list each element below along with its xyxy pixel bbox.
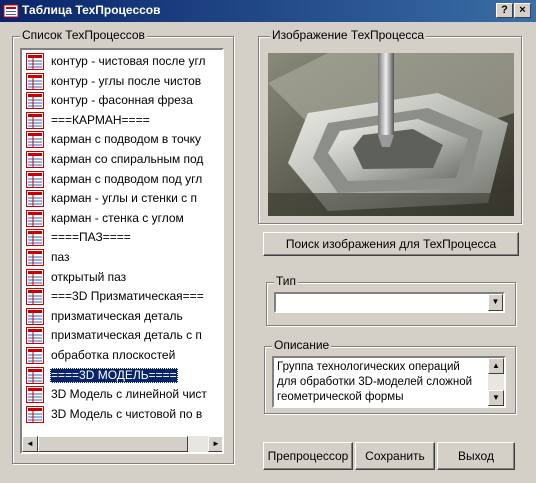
table-doc-icon: [26, 209, 44, 227]
list-item[interactable]: карман - стенка с углом: [24, 209, 208, 228]
type-select[interactable]: ▼: [274, 292, 505, 313]
chevron-down-icon[interactable]: ▼: [488, 294, 503, 311]
techprocess-image: [268, 53, 514, 216]
window-title: Таблица ТехПроцессов: [22, 3, 161, 17]
scroll-left-button[interactable]: ◄: [22, 436, 38, 452]
list-item-label: ====ПАЗ====: [51, 230, 131, 245]
list-item[interactable]: обработка плоскостей: [24, 346, 208, 365]
description-line: для обработки 3D-моделей сложной: [277, 376, 473, 388]
list-item[interactable]: контур - углы после чистов: [24, 72, 208, 91]
description-text: Группа технологических операций для обра…: [277, 360, 483, 405]
list-item[interactable]: контур - чистовая после угл: [24, 52, 208, 71]
list-item-label: карман - углы и стенки с п: [51, 191, 197, 206]
table-doc-icon: [26, 72, 44, 90]
list-item[interactable]: ===3D Призматическая===: [24, 287, 208, 306]
list-item-label: контур - фасонная фреза: [51, 93, 193, 108]
list-item-label: карман со спиральным под: [51, 152, 204, 166]
horizontal-scrollbar[interactable]: ◄ ►: [22, 436, 222, 452]
save-button[interactable]: Сохранить: [355, 442, 435, 470]
table-doc-icon: [26, 405, 44, 423]
table-doc-icon: [26, 53, 44, 70]
table-doc-icon: [26, 307, 44, 325]
list-item-label: карман с подводом под угл: [51, 171, 203, 186]
table-doc-icon: [26, 131, 44, 149]
table-doc-icon: [26, 229, 44, 247]
list-item-label: 3D Модель с чистовой по в: [51, 406, 203, 421]
list-item[interactable]: призматическая деталь с п: [24, 326, 208, 345]
description-line: геометрической формы: [277, 391, 404, 403]
exit-button[interactable]: Выход: [437, 442, 515, 470]
list-item[interactable]: карман с подводом под угл: [24, 170, 208, 189]
list-item-label: призматическая деталь: [51, 308, 183, 323]
list-item-label: ===3D Призматическая===: [51, 289, 204, 304]
table-doc-icon: [26, 190, 44, 208]
list-item[interactable]: контур - фасонная фреза: [24, 91, 208, 110]
table-doc-icon: [26, 92, 44, 110]
description-group-label: Описание: [272, 338, 332, 352]
list-item-label: призматическая деталь с п: [51, 328, 202, 343]
list-item[interactable]: призматическая деталь: [24, 307, 208, 326]
title-bar: Таблица ТехПроцессов ? ×: [0, 0, 536, 22]
list-item[interactable]: ====3D МОДЕЛЬ====: [24, 366, 208, 385]
techprocess-list[interactable]: контур - чистовая после угл контур - углы…: [20, 48, 224, 454]
preprocessor-button[interactable]: Препроцессор: [263, 442, 353, 470]
help-button[interactable]: ?: [496, 3, 513, 18]
table-doc-icon: [26, 151, 44, 168]
app-icon: [3, 4, 19, 18]
scroll-right-button[interactable]: ►: [208, 436, 222, 452]
list-item[interactable]: ====ПАЗ====: [24, 228, 208, 247]
list-item-label: карман с подводом в точку: [51, 132, 202, 147]
list-item-label: ===КАРМАН====: [51, 112, 150, 127]
image-group-label: Изображение ТехПроцесса: [270, 28, 427, 42]
table-doc-icon: [26, 249, 44, 266]
table-doc-icon: [26, 111, 44, 129]
scroll-up-button[interactable]: ▲: [488, 358, 504, 374]
list-group-label: Список ТехПроцессов: [20, 28, 147, 42]
list-item[interactable]: паз: [24, 248, 208, 267]
list-item[interactable]: карман со спиральным под: [24, 150, 208, 169]
list-item[interactable]: карман с подводом в точку: [24, 130, 208, 149]
table-doc-icon: [26, 347, 44, 364]
description-line: Группа технологических операций: [277, 361, 460, 373]
table-doc-icon: [26, 327, 44, 345]
table-doc-icon: [26, 268, 44, 286]
list-item-label: открытый паз: [51, 269, 127, 284]
hscroll-thumb[interactable]: [38, 436, 188, 452]
list-item[interactable]: ===КАРМАН====: [24, 111, 208, 130]
list-item-label: ====3D МОДЕЛЬ====: [50, 367, 178, 383]
list-item[interactable]: карман - углы и стенки с п: [24, 189, 208, 208]
scroll-down-button[interactable]: ▼: [488, 390, 504, 406]
list-item-label: карман - стенка с углом: [51, 210, 184, 225]
table-doc-icon: [26, 288, 44, 306]
table-doc-icon: [26, 366, 44, 384]
search-image-button[interactable]: Поиск изображения для ТехПроцесса: [263, 232, 519, 256]
list-item-label: обработка плоскостей: [51, 348, 176, 362]
list-item-label: паз: [51, 250, 70, 264]
table-doc-icon: [26, 170, 44, 188]
list-item-label: контур - углы после чистов: [51, 73, 202, 88]
description-field[interactable]: Группа технологических операций для обра…: [272, 356, 506, 408]
table-doc-icon: [26, 386, 44, 404]
close-button[interactable]: ×: [514, 3, 531, 18]
list-item[interactable]: 3D Модель с линейной чист: [24, 385, 208, 404]
list-item-label: 3D Модель с линейной чист: [51, 387, 207, 402]
list-item[interactable]: открытый паз: [24, 268, 208, 287]
description-scrollbar[interactable]: ▲ ▼: [488, 358, 504, 406]
type-group-label: Тип: [274, 274, 299, 288]
milling-part-picture: [268, 53, 514, 216]
list-item-label: контур - чистовая после угл: [51, 54, 206, 68]
list-item[interactable]: 3D Модель с чистовой по в: [24, 405, 208, 424]
